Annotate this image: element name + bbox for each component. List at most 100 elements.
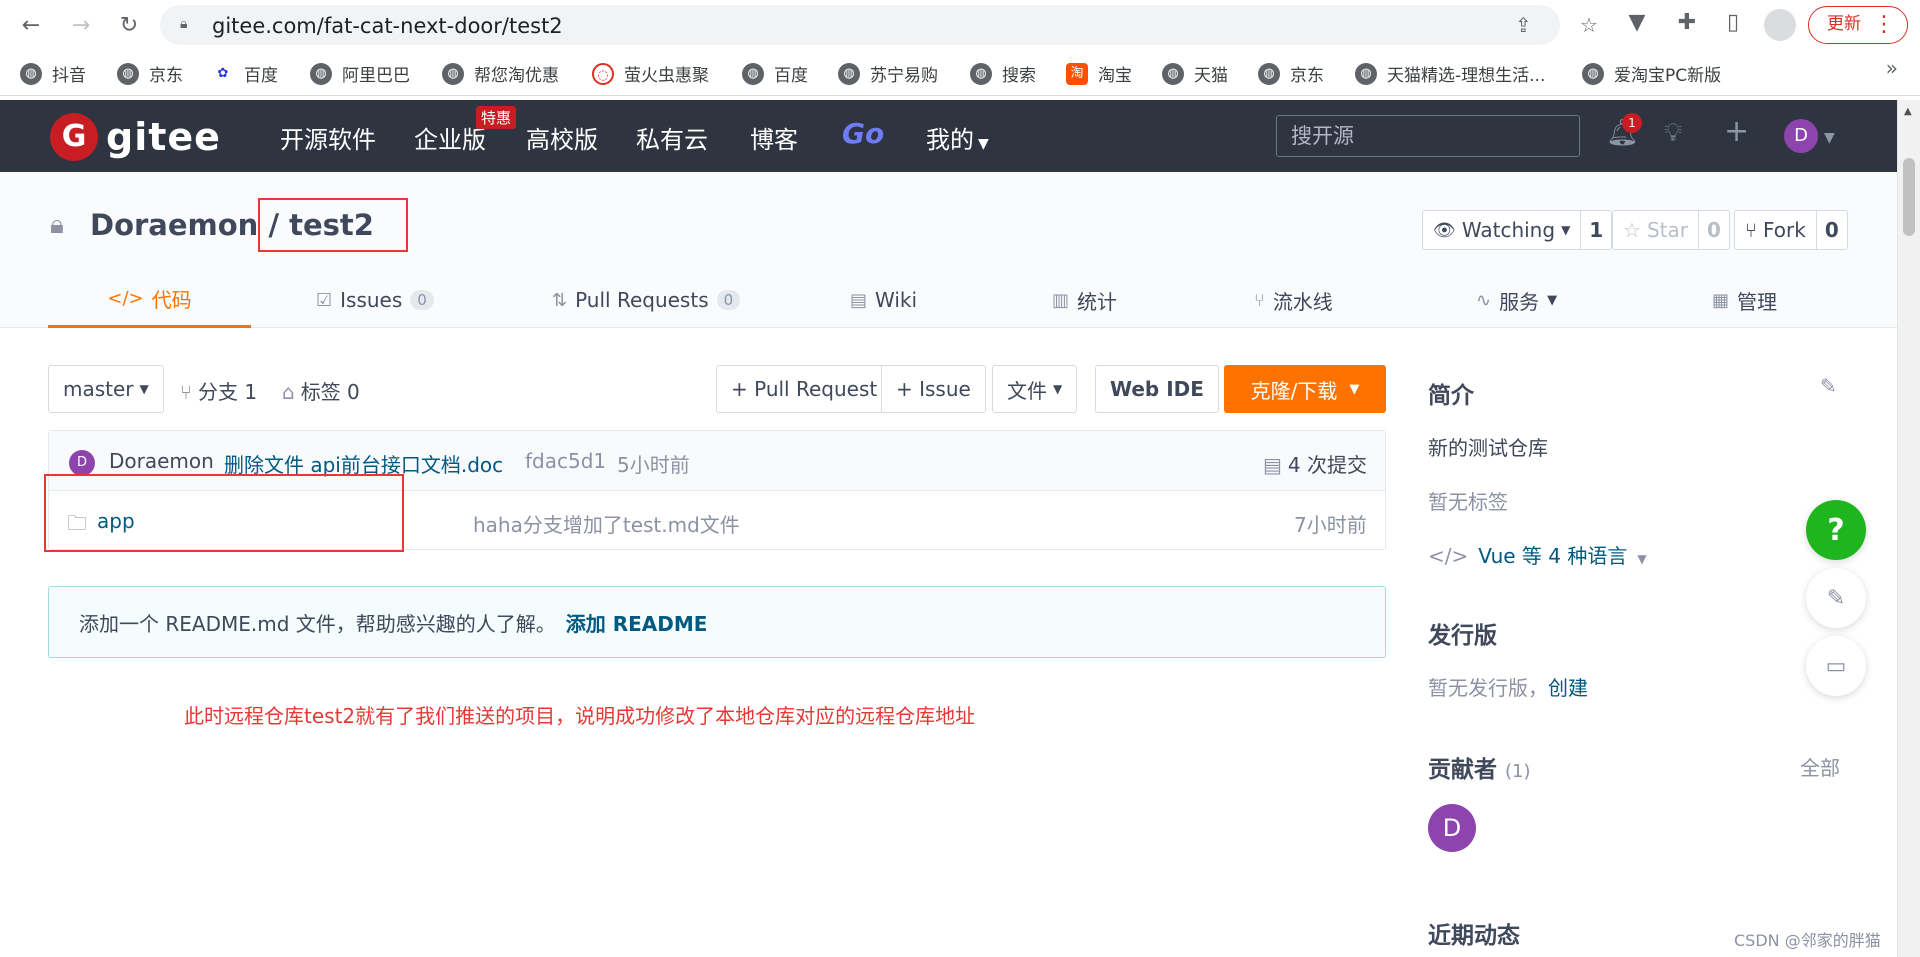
repo-description: 新的测试仓库 xyxy=(1428,436,1548,460)
nav-go[interactable]: Go xyxy=(842,117,884,150)
globe-icon: ◍ xyxy=(1355,62,1377,85)
bookmark-item[interactable]: ◍ 百度 xyxy=(742,61,808,86)
file-menu-button[interactable]: 文件 ▼ xyxy=(992,365,1078,413)
branches-link[interactable]: ⑂ 分支 1 xyxy=(180,376,257,405)
web-ide-button[interactable]: Web IDE xyxy=(1095,365,1219,413)
nav-open-source[interactable]: 开源软件 xyxy=(280,120,376,155)
chevron-down-icon: ▼ xyxy=(139,382,149,396)
help-button[interactable]: ? xyxy=(1806,500,1866,560)
globe-icon: ◍ xyxy=(310,62,332,85)
profile-icon[interactable] xyxy=(1764,9,1796,41)
pipeline-icon: ⑂ xyxy=(1254,289,1265,311)
url-text[interactable]: gitee.com/fat-cat-next-door/test2 xyxy=(212,14,563,38)
page-scrollbar[interactable]: ▲ xyxy=(1897,100,1920,957)
all-contributors-link[interactable]: 全部 xyxy=(1800,752,1840,781)
update-button[interactable]: 更新 ⋮ xyxy=(1808,6,1908,44)
chevron-down-icon: ▼ xyxy=(1349,381,1360,397)
nav-private-cloud[interactable]: 私有云 xyxy=(636,120,708,155)
chevron-down-icon[interactable]: ▼ xyxy=(1824,130,1835,146)
bookmark-item[interactable]: ◍ 帮您淘优惠 xyxy=(442,61,559,86)
watch-button[interactable]: 👁︎ Watching ▼ 1 xyxy=(1422,210,1613,250)
globe-icon: ◍ xyxy=(442,62,464,85)
bookmark-star-icon[interactable]: ☆ xyxy=(1580,13,1598,37)
tab-wiki[interactable]: ▤ Wiki xyxy=(850,272,917,328)
feedback-edit-icon[interactable]: ✎ xyxy=(1806,568,1866,628)
new-pull-request-button[interactable]: + Pull Request xyxy=(716,365,893,413)
bookmark-item[interactable]: ◍ 天猫精选-理想生活... xyxy=(1355,61,1545,86)
bookmark-item[interactable]: ◍ 天猫 xyxy=(1162,61,1228,86)
tab-pipeline[interactable]: ⑂ 流水线 xyxy=(1254,272,1333,328)
lightbulb-icon[interactable]: 💡︎ xyxy=(1664,118,1682,149)
address-bar[interactable]: 🔒︎ gitee.com/fat-cat-next-door/test2 ⇪ ☆ xyxy=(160,5,1598,45)
branch-select[interactable]: master ▼ xyxy=(48,365,164,413)
nav-mine[interactable]: 我的 ▼ xyxy=(926,120,989,155)
bookmark-item[interactable]: ◍ 苏宁易购 xyxy=(838,61,938,86)
star-icon: ☆ xyxy=(1623,218,1641,242)
user-avatar[interactable]: D xyxy=(1784,119,1818,153)
nav-education[interactable]: 高校版 xyxy=(526,120,598,155)
bookmark-item[interactable]: ◍ 京东 xyxy=(1258,61,1324,86)
release-title: 发行版 xyxy=(1428,623,1497,649)
tag-icon: ⌂ xyxy=(282,380,295,404)
bookmark-item[interactable]: ◍ 搜索 xyxy=(970,61,1036,86)
bookmark-item[interactable]: 淘淘宝 xyxy=(1066,61,1132,86)
commit-hash[interactable]: fdac5d1 xyxy=(525,449,606,473)
reload-icon[interactable]: ↻ xyxy=(114,10,144,40)
tab-stats[interactable]: ▥ 统计 xyxy=(1052,272,1117,328)
file-commit-message[interactable]: haha分支增加了test.md文件 xyxy=(473,509,740,538)
bookmark-item[interactable]: ◍ 京东 xyxy=(117,61,183,86)
tab-manage[interactable]: ▦ 管理 xyxy=(1712,272,1777,328)
languages-dropdown[interactable]: </> Vue 等 4 种语言 ▼ xyxy=(1428,540,1647,569)
star-count[interactable]: 0 xyxy=(1697,211,1729,249)
commit-count-link[interactable]: ▤ 4 次提交 xyxy=(1263,449,1367,478)
edit-icon[interactable]: ✎ xyxy=(1820,374,1837,398)
tab-services[interactable]: ∿ 服务 ▼ xyxy=(1476,272,1557,328)
fork-button[interactable]: ⑂ Fork 0 xyxy=(1734,210,1848,250)
star-button[interactable]: ☆ Star 0 xyxy=(1612,210,1730,250)
code-icon: </> xyxy=(1428,544,1469,568)
tab-pull-requests[interactable]: ⇅ Pull Requests 0 xyxy=(552,272,741,328)
bookmark-item[interactable]: ◍ 阿里巴巴 xyxy=(310,61,410,86)
repo-owner[interactable]: Doraemon xyxy=(90,208,258,242)
nav-blog[interactable]: 博客 xyxy=(750,120,798,155)
chat-icon[interactable]: ▭ xyxy=(1806,636,1866,696)
new-issue-button[interactable]: + Issue xyxy=(881,365,986,413)
bookmarks-more-button[interactable]: » xyxy=(1886,56,1898,80)
globe-icon: ◍ xyxy=(1582,62,1604,85)
baidu-paw-icon: ✿ xyxy=(212,62,234,85)
create-release-link[interactable]: 创建 xyxy=(1548,676,1588,700)
scroll-up-icon[interactable]: ▲ xyxy=(1904,106,1912,117)
taobao-icon: 淘 xyxy=(1066,62,1088,85)
lock-icon: 🔒︎ xyxy=(180,16,188,32)
scrollbar-thumb[interactable] xyxy=(1903,158,1915,236)
plus-icon[interactable]: + xyxy=(1724,114,1749,149)
contributor-avatar[interactable]: D xyxy=(1428,804,1476,852)
commit-time: 5小时前 xyxy=(617,453,690,477)
commit-author-avatar[interactable]: D xyxy=(69,450,95,476)
share-icon[interactable]: ⇪ xyxy=(1515,13,1532,37)
gitee-logo[interactable]: G gitee xyxy=(50,113,221,161)
bookmark-item[interactable]: ◌ 萤火虫惠聚 xyxy=(592,61,709,86)
bookmark-item[interactable]: ◍ 抖音 xyxy=(20,61,86,86)
annotation-text: 此时远程仓库test2就有了我们推送的项目，说明成功修改了本地仓库对应的远程仓库… xyxy=(184,704,976,728)
back-icon[interactable]: ← xyxy=(16,10,46,40)
search-input[interactable] xyxy=(1276,115,1580,157)
side-panel-icon[interactable]: ▯ xyxy=(1718,10,1748,35)
tab-issues[interactable]: ☑ Issues 0 xyxy=(316,272,434,328)
forward-icon[interactable]: → xyxy=(66,10,96,40)
tab-code[interactable]: </> 代码 xyxy=(48,272,251,328)
extension-v-icon[interactable]: ▼ xyxy=(1622,10,1652,35)
commit-author[interactable]: Doraemon xyxy=(109,449,214,473)
chevron-down-icon: ▼ xyxy=(1561,223,1571,237)
globe-icon: ◍ xyxy=(970,62,992,85)
fork-count[interactable]: 0 xyxy=(1815,211,1847,249)
tags-link[interactable]: ⌂ 标签 0 xyxy=(282,376,360,405)
add-readme-link[interactable]: 添加 README xyxy=(566,612,708,636)
globe-icon: ◍ xyxy=(838,62,860,85)
watch-count[interactable]: 1 xyxy=(1580,211,1611,249)
extensions-puzzle-icon[interactable]: ✚ xyxy=(1672,10,1702,35)
chevron-down-icon: ▼ xyxy=(1547,292,1558,308)
bookmark-item[interactable]: ◍ 爱淘宝PC新版 xyxy=(1582,61,1721,86)
bookmark-item[interactable]: ✿ 百度 xyxy=(212,61,278,86)
clone-download-button[interactable]: 克隆/下载 ▼ xyxy=(1224,365,1386,413)
